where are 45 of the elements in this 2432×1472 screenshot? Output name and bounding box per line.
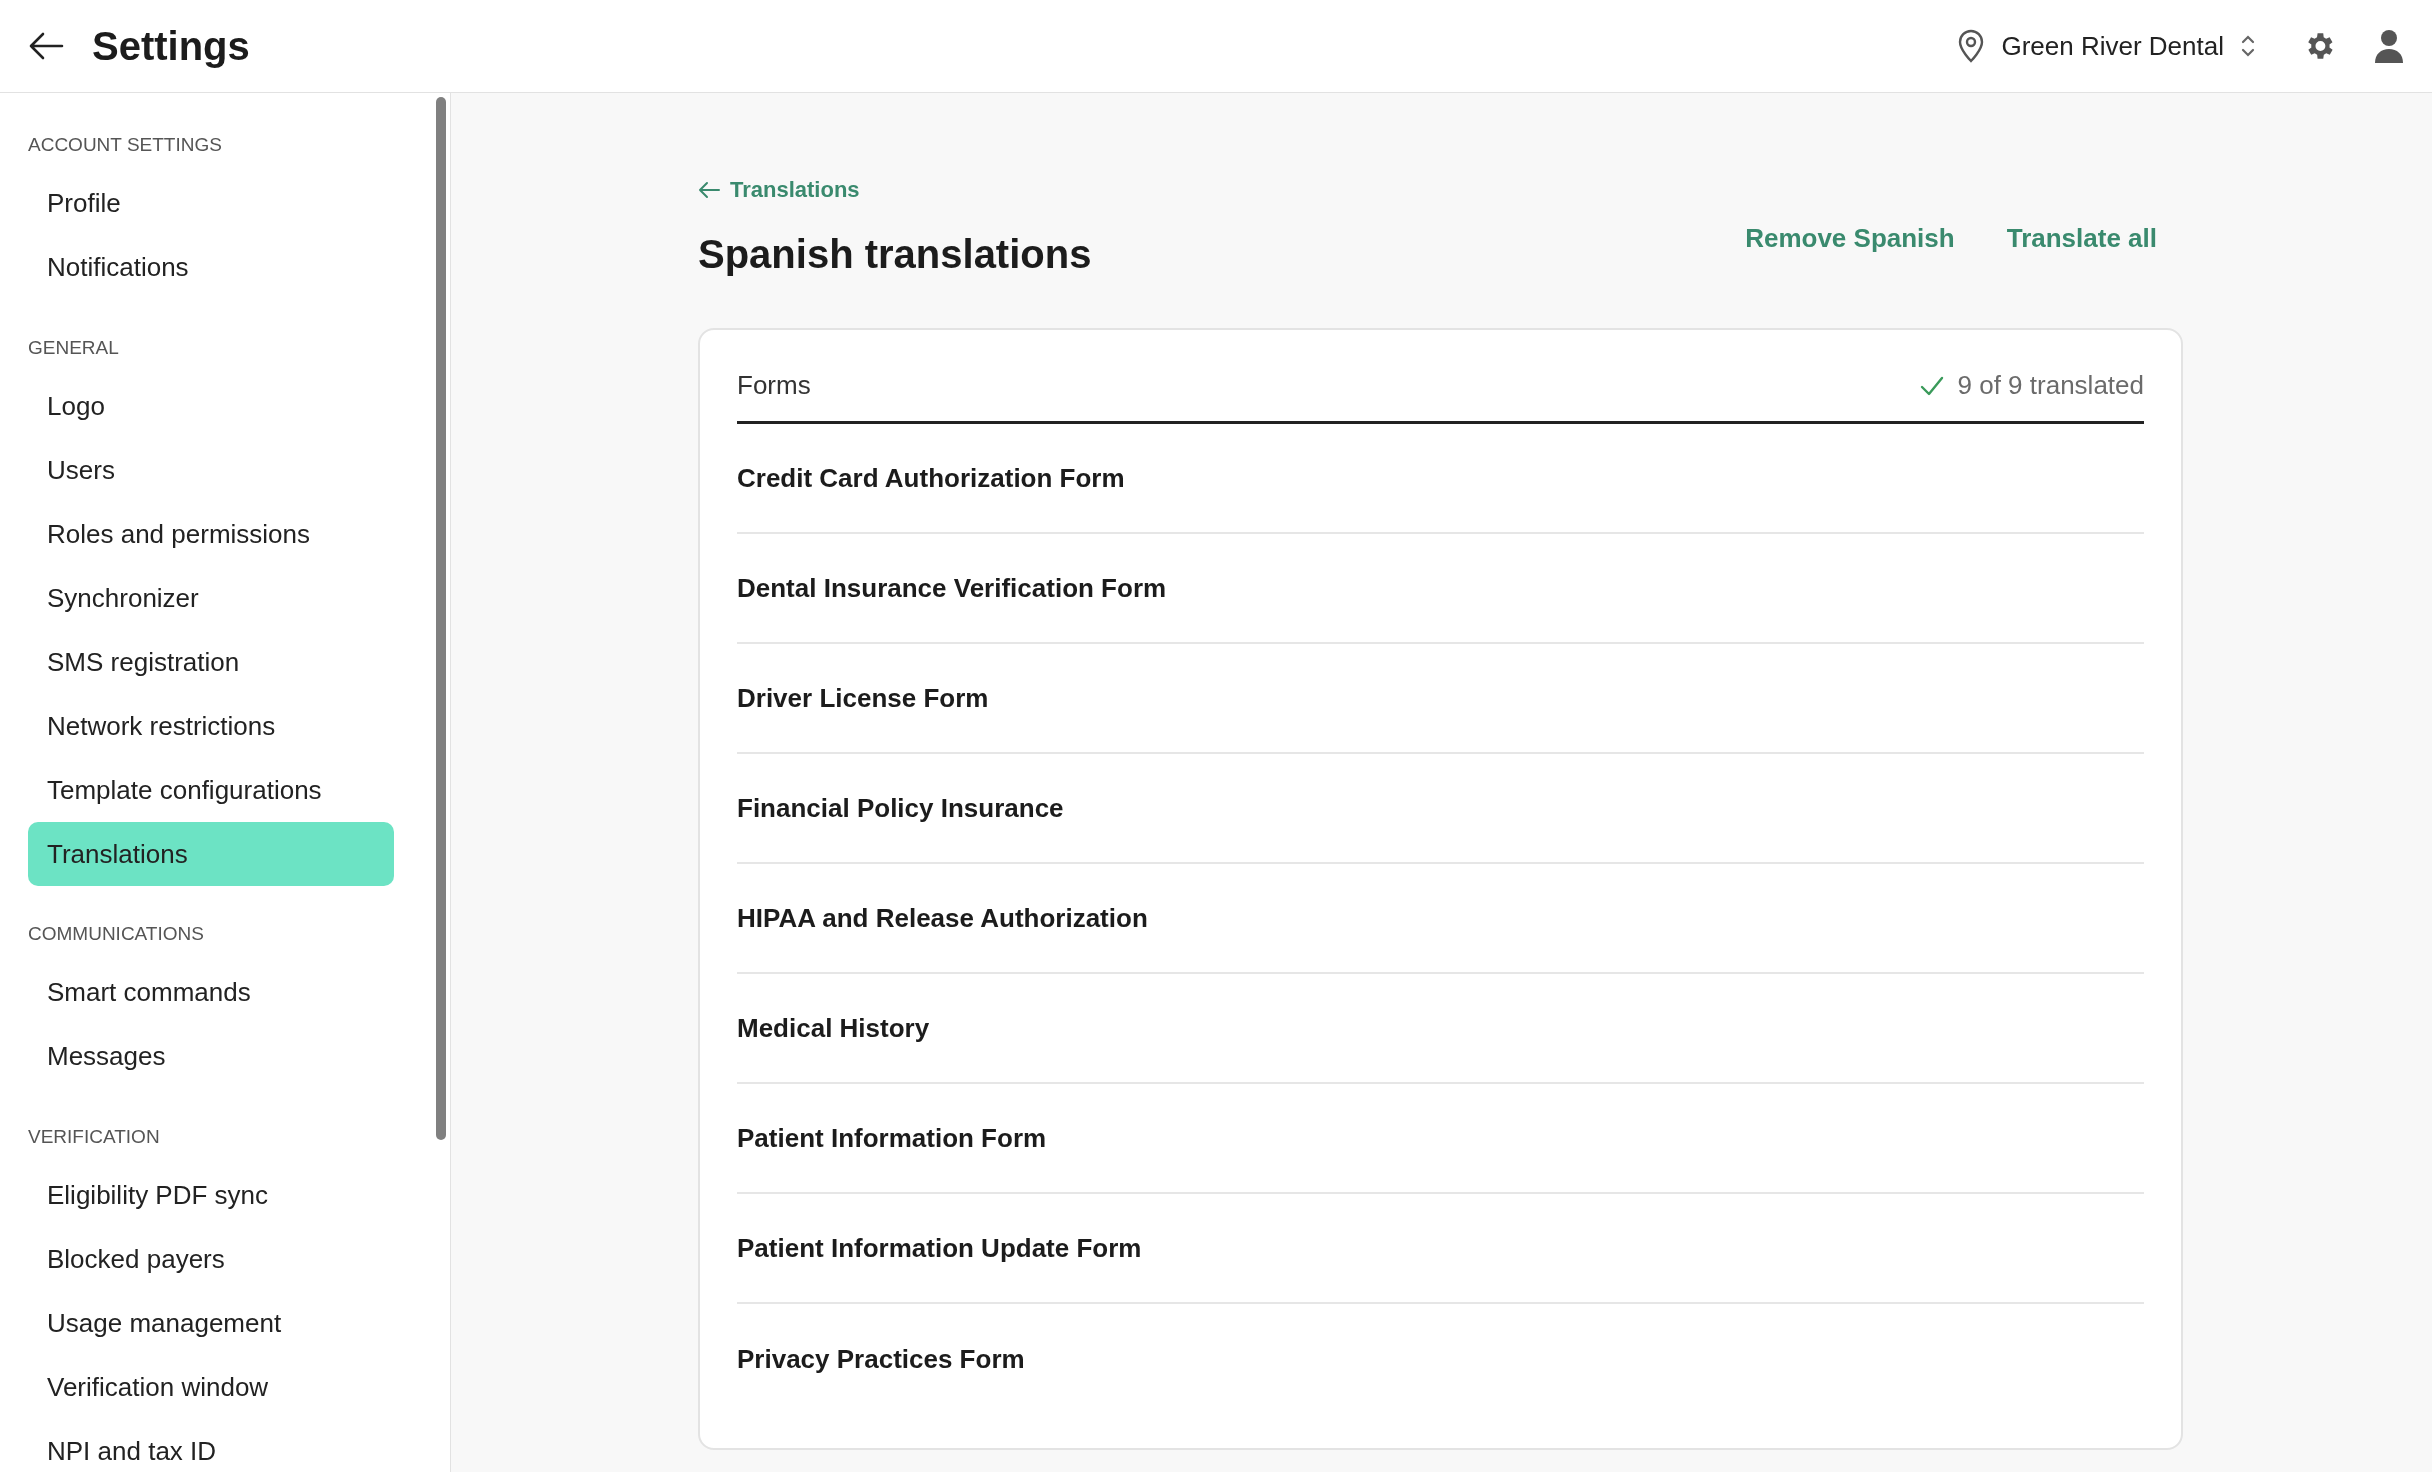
- action-button[interactable]: Remove Spanish: [1745, 219, 1955, 258]
- form-name[interactable]: Dental Insurance Verification Form: [737, 568, 1167, 608]
- sidebar-item[interactable]: Roles and permissions: [28, 502, 394, 566]
- sidebar-item[interactable]: Blocked payers: [28, 1227, 394, 1291]
- sidebar-item[interactable]: Users: [28, 438, 394, 502]
- back-link[interactable]: Translations: [698, 173, 1092, 206]
- sidebar-item[interactable]: Translations: [28, 822, 394, 886]
- sidebar-item[interactable]: Messages: [28, 1024, 394, 1089]
- back-arrow-icon: [698, 180, 720, 199]
- sidebar-item[interactable]: Usage management: [28, 1291, 394, 1355]
- sidebar-item[interactable]: Synchronizer: [28, 566, 394, 630]
- section-title: Spanish translations: [698, 231, 1092, 278]
- sidebar-item[interactable]: Network restrictions: [28, 694, 394, 758]
- location-selector[interactable]: Green River Dental: [1957, 26, 2256, 66]
- card-heading: Forms: [737, 369, 811, 402]
- user-avatar-icon[interactable]: [2374, 29, 2404, 63]
- sidebar-item[interactable]: Notifications: [28, 235, 394, 300]
- page-title: Settings: [92, 23, 250, 70]
- sidebar-item[interactable]: Template configurations: [28, 758, 394, 822]
- form-name[interactable]: Driver License Form: [737, 678, 989, 718]
- sidebar-item[interactable]: Logo: [28, 374, 394, 438]
- sidebar-item[interactable]: SMS registration: [28, 630, 394, 694]
- section-heading: ACCOUNT SETTINGS: [28, 133, 223, 157]
- location-pin-icon: [1957, 29, 1986, 63]
- sidebar-item[interactable]: Profile: [28, 171, 394, 236]
- form-name[interactable]: Patient Information Form: [737, 1118, 1047, 1158]
- back-arrow-icon[interactable]: [28, 31, 64, 61]
- sidebar-item[interactable]: NPI and tax ID: [28, 1419, 394, 1472]
- checkmark-icon: [1919, 375, 1944, 396]
- section-heading: VERIFICATION: [28, 1124, 161, 1149]
- sort-chevrons-icon: [2240, 33, 2256, 59]
- translation-status: 9 of 9 translated: [1957, 369, 2144, 402]
- form-name[interactable]: HIPAA and Release Authorization: [737, 898, 1148, 938]
- section-heading: GENERAL: [28, 335, 120, 360]
- form-name[interactable]: Patient Information Update Form: [737, 1228, 1142, 1268]
- sidebar-item[interactable]: Eligibility PDF sync: [28, 1163, 394, 1227]
- section-heading: COMMUNICATIONS: [28, 922, 205, 946]
- sidebar-item[interactable]: Smart commands: [28, 960, 394, 1025]
- sidebar-item[interactable]: Verification window: [28, 1355, 394, 1419]
- action-button[interactable]: Translate all: [2006, 219, 2157, 258]
- form-name[interactable]: Financial Policy Insurance: [737, 788, 1064, 828]
- form-name[interactable]: Credit Card Authorization Form: [737, 458, 1125, 498]
- scrollbar-thumb[interactable]: [436, 97, 446, 1140]
- form-name[interactable]: Privacy Practices Form: [737, 1339, 1025, 1379]
- form-name[interactable]: Medical History: [737, 1008, 930, 1048]
